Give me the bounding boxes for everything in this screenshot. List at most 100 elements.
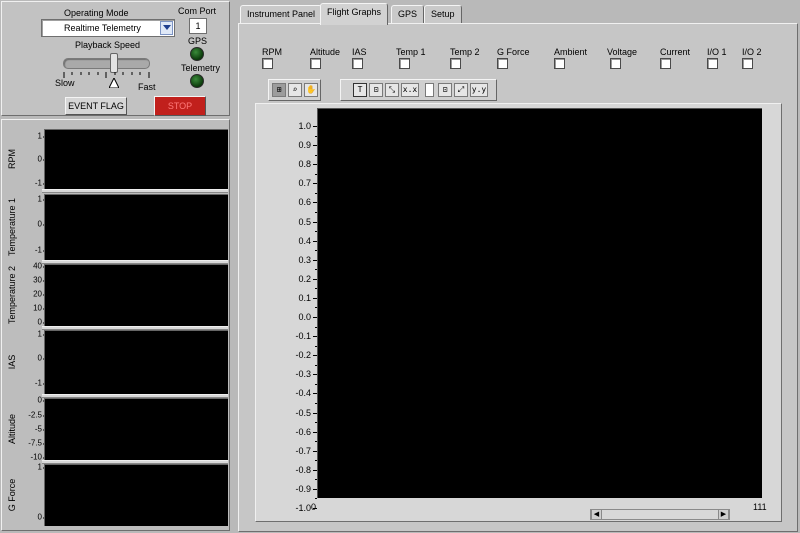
y-tick-label: 0.4 [298, 235, 311, 246]
temperature-1-axis-label: Temperature 1 [7, 197, 17, 257]
y-tick-mark [313, 240, 317, 242]
y-tick-mark [313, 431, 317, 433]
telemetry-led-label: Telemetry [181, 63, 221, 73]
playback-speed-slider[interactable] [63, 58, 150, 69]
event-flag-button[interactable]: EVENT FLAG [65, 97, 127, 115]
y-tick-mark [313, 469, 317, 471]
tab-instrument-panel[interactable]: Instrument Panel [240, 5, 323, 24]
y-tick-mark [313, 508, 317, 509]
y-autoscale-icon[interactable]: ⤢ [454, 83, 468, 97]
temperature-2-axis-label: Temperature 2 [7, 265, 17, 325]
y-minor-tick-mark [315, 173, 317, 175]
scale-legend-palette: T ⊡ ⤡ x.x ⊡ ⤢ y.y [340, 79, 497, 101]
channel-checkbox-io-2[interactable] [742, 58, 753, 69]
y-axis-label-field[interactable] [425, 83, 434, 97]
y-minor-tick-mark [315, 345, 317, 347]
x-autoscale-icon[interactable]: ⤡ [385, 83, 399, 97]
channel-checkbox-io-1[interactable] [707, 58, 718, 69]
y-tick-mark [313, 126, 317, 127]
y-tick-label: -0.2 [295, 350, 311, 361]
temperature-2-tick: 10 [33, 303, 46, 313]
rpm-tick: -1 [34, 178, 47, 188]
y-tick-label: -0.8 [295, 464, 311, 475]
cursor-move-icon[interactable]: ⊞ [272, 83, 286, 97]
temperature-1-tick: 0 [37, 219, 47, 229]
channel-checkbox-g-force[interactable] [497, 58, 508, 69]
y-tick-mark [313, 221, 317, 223]
y-tick-label: 0.9 [298, 140, 311, 151]
scroll-right-icon[interactable]: ▶ [718, 510, 729, 519]
channel-checkbox-ambient[interactable] [554, 58, 565, 69]
y-tick-mark [313, 450, 317, 452]
y-minor-tick-mark [315, 479, 317, 481]
rpm-plot-area [44, 129, 228, 189]
y-minor-tick-mark [315, 498, 317, 500]
slider-ticks [63, 72, 150, 78]
channel-checkbox-ias[interactable] [352, 58, 363, 69]
channel-checkbox-current[interactable] [660, 58, 671, 69]
x-format-icon[interactable]: x.x [401, 83, 419, 97]
y-tick-label: 0.3 [298, 254, 311, 265]
chevron-down-icon[interactable] [160, 21, 173, 35]
altitude-tick: -2.5 [28, 410, 46, 420]
x-axis-min-label: 0 [311, 502, 317, 512]
tab-flight-graphs[interactable]: Flight Graphs [320, 3, 389, 25]
y-tick-mark [313, 336, 317, 338]
pan-hand-icon[interactable]: ✋ [304, 83, 318, 97]
y-tick-label: -1.0 [295, 503, 311, 513]
com-port-field[interactable]: 1 [189, 18, 207, 34]
altitude-graph: Altitude 0 -2.5 -5 -7.5 -10 [4, 395, 228, 462]
channel-checkbox-temp-1[interactable] [399, 58, 410, 69]
tab-gps[interactable]: GPS [391, 5, 425, 24]
channel-checkbox-rpm[interactable] [262, 58, 273, 69]
y-minor-tick-mark [315, 135, 317, 137]
stop-button[interactable]: STOP [154, 96, 206, 116]
rpm-tick: 1 [37, 131, 47, 141]
g-force-tick: 0 [37, 512, 47, 522]
y-minor-tick-mark [315, 288, 317, 290]
playback-speed-thumb[interactable] [110, 53, 118, 73]
y-tick-label: -0.3 [295, 369, 311, 380]
y-minor-tick-mark [315, 250, 317, 252]
x-lock-icon[interactable]: ⊡ [369, 83, 383, 97]
altitude-tick: 0 [37, 395, 47, 405]
slow-label: Slow [55, 78, 75, 88]
horizontal-scrollbar[interactable]: ◀ ▶ [590, 509, 730, 520]
y-tick-label: 0.2 [298, 273, 311, 284]
y-minor-tick-mark [315, 441, 317, 443]
y-tick-label: 0.8 [298, 159, 311, 170]
y-tick-label: -0.9 [295, 483, 311, 494]
main-plot-area[interactable] [317, 108, 762, 498]
altitude-tick: -7.5 [28, 438, 46, 448]
y-tick-label: -0.1 [295, 331, 311, 342]
channel-checkbox-voltage[interactable] [610, 58, 621, 69]
y-lock-icon[interactable]: ⊡ [438, 83, 452, 97]
scroll-left-icon[interactable]: ◀ [591, 510, 602, 519]
ias-plot-area [44, 330, 228, 394]
channel-label: RPM [262, 47, 282, 57]
playback-speed-label: Playback Speed [75, 40, 141, 50]
channel-label: IAS [352, 47, 367, 57]
g-force-tick: 1 [37, 462, 47, 472]
tab-setup[interactable]: Setup [424, 5, 462, 24]
channel-label: Temp 2 [450, 47, 480, 57]
y-minor-tick-mark [315, 307, 317, 309]
y-tick-mark [313, 183, 317, 185]
temperature-2-tick: 20 [33, 289, 46, 299]
altitude-tick: -10 [30, 452, 46, 462]
y-tick-mark [313, 374, 317, 376]
y-tick-mark [313, 164, 317, 166]
y-format-icon[interactable]: y.y [470, 83, 488, 97]
channel-checkbox-temp-2[interactable] [450, 58, 461, 69]
zoom-icon[interactable]: ⌕ [288, 83, 302, 97]
g-force-plot-area [44, 464, 228, 526]
y-minor-tick-mark [315, 422, 317, 424]
y-tick-label: -0.5 [295, 407, 311, 418]
channel-checkbox-altitude[interactable] [310, 58, 321, 69]
y-tick-mark [313, 297, 317, 299]
ias-tick: -1 [34, 378, 47, 388]
y-tick-label: 0.6 [298, 197, 311, 208]
ias-graph: IAS 1 0 -1 [4, 330, 228, 394]
operating-mode-select[interactable]: Realtime Telemetry [41, 19, 175, 37]
x-axis-label-icon[interactable]: T [353, 83, 367, 97]
